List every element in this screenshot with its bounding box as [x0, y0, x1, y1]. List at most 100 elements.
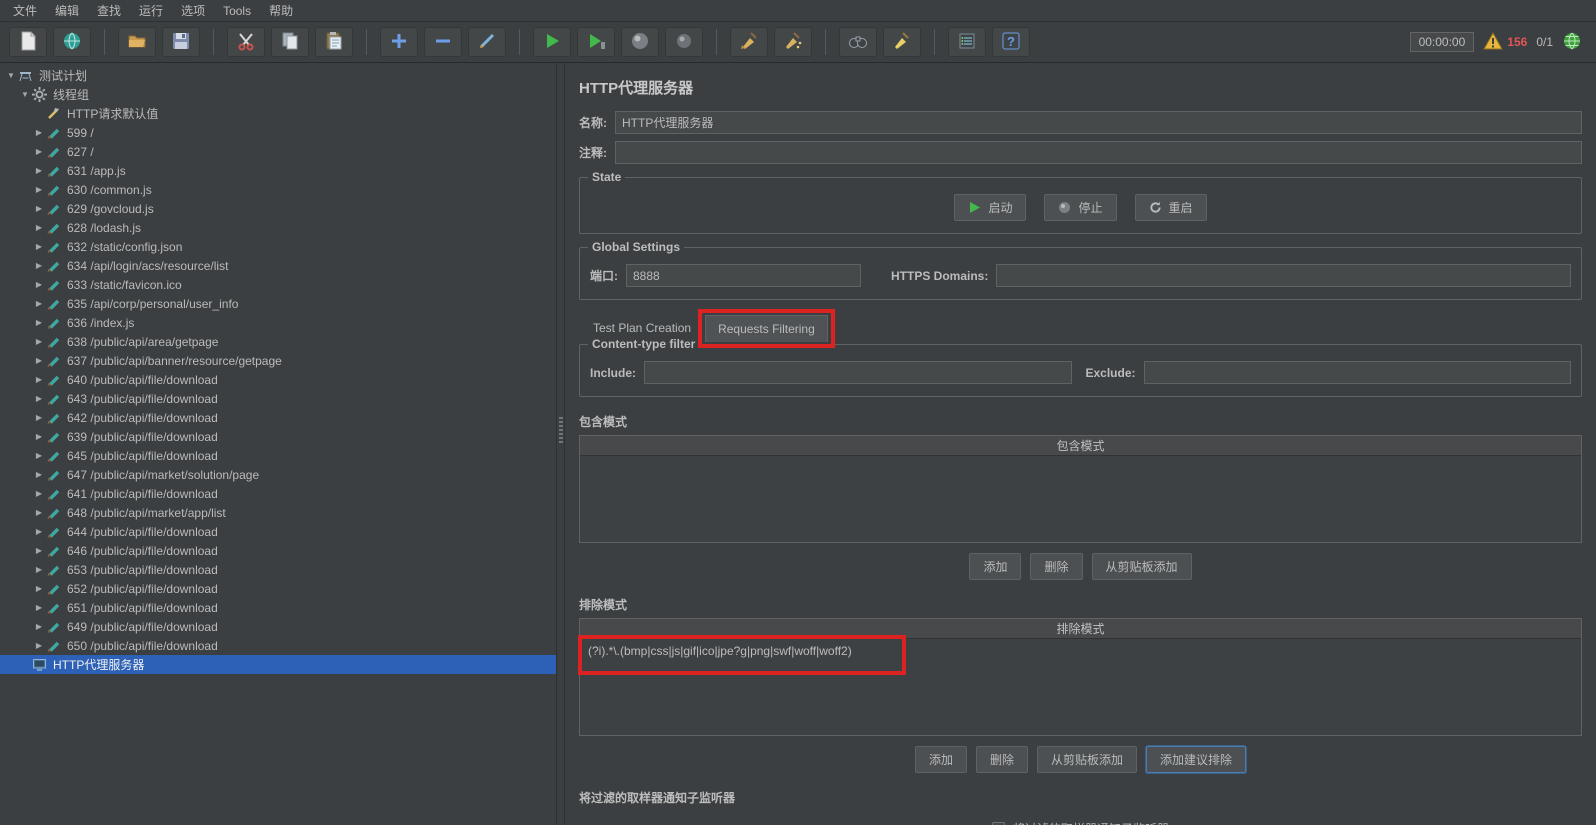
toolbar-clear-button[interactable]	[730, 27, 768, 57]
添加建议排除-button[interactable]: 添加建议排除	[1146, 746, 1247, 773]
toolbar-templates-button[interactable]	[53, 27, 91, 57]
toolbar-cut-button[interactable]	[227, 27, 265, 57]
toolbar-open-button[interactable]	[118, 27, 156, 57]
menu-item-文件[interactable]: 文件	[4, 0, 46, 22]
tree-collapsed-arrow[interactable]: ▶	[32, 508, 46, 517]
tree-node[interactable]: ▶ 648 /public/api/market/app/list	[0, 503, 556, 522]
tree-collapsed-arrow[interactable]: ▶	[32, 489, 46, 498]
tree-collapsed-arrow[interactable]: ▶	[32, 242, 46, 251]
tree-node[interactable]: ▶ 637 /public/api/banner/resource/getpage	[0, 351, 556, 370]
tree-collapsed-arrow[interactable]: ▶	[32, 318, 46, 327]
tree-node[interactable]: ▼ 测试计划	[0, 66, 556, 85]
tree-collapsed-arrow[interactable]: ▶	[32, 128, 46, 137]
tree-collapsed-arrow[interactable]: ▶	[32, 451, 46, 460]
toolbar-shutdown-button[interactable]	[665, 27, 703, 57]
tree-node[interactable]: ▶ 627 /	[0, 142, 556, 161]
menu-item-选项[interactable]: 选项	[172, 0, 214, 22]
tree-collapsed-arrow[interactable]: ▶	[32, 166, 46, 175]
menu-item-帮助[interactable]: 帮助	[260, 0, 302, 22]
tree-expanded-arrow[interactable]: ▼	[4, 71, 18, 80]
tree-collapsed-arrow[interactable]: ▶	[32, 584, 46, 593]
split-divider[interactable]	[556, 63, 565, 825]
tree-node[interactable]: ▶ 642 /public/api/file/download	[0, 408, 556, 427]
menu-item-编辑[interactable]: 编辑	[46, 0, 88, 22]
menu-item-tools[interactable]: Tools	[214, 1, 260, 21]
toolbar-remove-button[interactable]	[424, 27, 462, 57]
tree-collapsed-arrow[interactable]: ▶	[32, 147, 46, 156]
tree-node[interactable]: ▶ 652 /public/api/file/download	[0, 579, 556, 598]
toolbar-function-helper-button[interactable]	[948, 27, 986, 57]
tree-collapsed-arrow[interactable]: ▶	[32, 641, 46, 650]
tree-collapsed-arrow[interactable]: ▶	[32, 356, 46, 365]
tree-collapsed-arrow[interactable]: ▶	[32, 223, 46, 232]
toolbar-save-button[interactable]	[162, 27, 200, 57]
停止-button[interactable]: 停止	[1044, 194, 1117, 221]
include-patterns-body[interactable]	[580, 456, 1581, 542]
tree-collapsed-arrow[interactable]: ▶	[32, 603, 46, 612]
toolbar-start-button[interactable]	[533, 27, 571, 57]
toolbar-stop-button[interactable]	[621, 27, 659, 57]
toolbar-start-no-timers-button[interactable]	[577, 27, 615, 57]
tree-collapsed-arrow[interactable]: ▶	[32, 432, 46, 441]
tree-collapsed-arrow[interactable]: ▶	[32, 204, 46, 213]
toolbar-add-button[interactable]	[380, 27, 418, 57]
comment-input[interactable]	[615, 141, 1582, 164]
重启-button[interactable]: 重启	[1134, 194, 1207, 221]
tree-node[interactable]: ▶ 599 /	[0, 123, 556, 142]
tree-node[interactable]: ▶ 647 /public/api/market/solution/page	[0, 465, 556, 484]
tree-collapsed-arrow[interactable]: ▶	[32, 185, 46, 194]
启动-button[interactable]: 启动	[954, 194, 1027, 221]
tree-node[interactable]: ▶ 635 /api/corp/personal/user_info	[0, 294, 556, 313]
tree-node[interactable]: ▶ 638 /public/api/area/getpage	[0, 332, 556, 351]
tree-node[interactable]: ▶ 643 /public/api/file/download	[0, 389, 556, 408]
tree-node[interactable]: ▶ 630 /common.js	[0, 180, 556, 199]
include-input[interactable]	[644, 361, 1072, 384]
tree-node[interactable]: ▶ 639 /public/api/file/download	[0, 427, 556, 446]
tree-node[interactable]: ▶ 645 /public/api/file/download	[0, 446, 556, 465]
tree-node[interactable]: ▶ 646 /public/api/file/download	[0, 541, 556, 560]
从剪贴板添加-button[interactable]: 从剪贴板添加	[1091, 553, 1192, 580]
tree-collapsed-arrow[interactable]: ▶	[32, 470, 46, 479]
tree-node[interactable]: ▶ 636 /index.js	[0, 313, 556, 332]
splitter-grip[interactable]	[559, 415, 563, 445]
tree-node[interactable]: ▼ 线程组	[0, 85, 556, 104]
tree-node[interactable]: ▶ 640 /public/api/file/download	[0, 370, 556, 389]
toolbar-new-button[interactable]	[9, 27, 47, 57]
toolbar-help-button[interactable]: ?	[992, 27, 1030, 57]
tree-node[interactable]: HTTP请求默认值	[0, 104, 556, 123]
从剪贴板添加-button[interactable]: 从剪贴板添加	[1037, 746, 1138, 773]
添加-button[interactable]: 添加	[914, 746, 967, 773]
tree-collapsed-arrow[interactable]: ▶	[32, 527, 46, 536]
tree-collapsed-arrow[interactable]: ▶	[32, 280, 46, 289]
name-input[interactable]	[615, 111, 1582, 134]
tree-node[interactable]: ▶ 641 /public/api/file/download	[0, 484, 556, 503]
tree-node[interactable]: ▶ 628 /lodash.js	[0, 218, 556, 237]
tree-collapsed-arrow[interactable]: ▶	[32, 565, 46, 574]
exclude-patterns-body[interactable]: (?i).*\.(bmp|css|js|gif|ico|jpe?g|png|sw…	[578, 635, 1581, 735]
tree-collapsed-arrow[interactable]: ▶	[32, 546, 46, 555]
tree-collapsed-arrow[interactable]: ▶	[32, 394, 46, 403]
tree-collapsed-arrow[interactable]: ▶	[32, 622, 46, 631]
tree-node[interactable]: ▶ 629 /govcloud.js	[0, 199, 556, 218]
pattern-row[interactable]: (?i).*\.(bmp|css|js|gif|ico|jpe?g|png|sw…	[578, 635, 1581, 675]
exclude-input[interactable]	[1143, 361, 1571, 384]
menu-item-运行[interactable]: 运行	[130, 0, 172, 22]
error-indicator[interactable]: 156	[1483, 31, 1527, 53]
tree-node[interactable]: ▶ 650 /public/api/file/download	[0, 636, 556, 655]
toolbar-search-button[interactable]	[839, 27, 877, 57]
tree-collapsed-arrow[interactable]: ▶	[32, 375, 46, 384]
tree-node[interactable]: ▶ 631 /app.js	[0, 161, 556, 180]
port-input[interactable]	[626, 264, 861, 287]
tab-requests-filtering[interactable]: Requests Filtering	[698, 309, 835, 348]
添加-button[interactable]: 添加	[969, 553, 1022, 580]
删除-button[interactable]: 删除	[975, 746, 1028, 773]
tree-node[interactable]: ▶ 633 /static/favicon.ico	[0, 275, 556, 294]
tree-collapsed-arrow[interactable]: ▶	[32, 299, 46, 308]
https-domains-input[interactable]	[996, 264, 1571, 287]
tree-node[interactable]: ▶ 632 /static/config.json	[0, 237, 556, 256]
tree-expanded-arrow[interactable]: ▼	[18, 90, 32, 99]
toolbar-copy-button[interactable]	[271, 27, 309, 57]
tree-node[interactable]: HTTP代理服务器	[0, 655, 556, 674]
tree-node[interactable]: ▶ 651 /public/api/file/download	[0, 598, 556, 617]
tree-node[interactable]: ▶ 653 /public/api/file/download	[0, 560, 556, 579]
